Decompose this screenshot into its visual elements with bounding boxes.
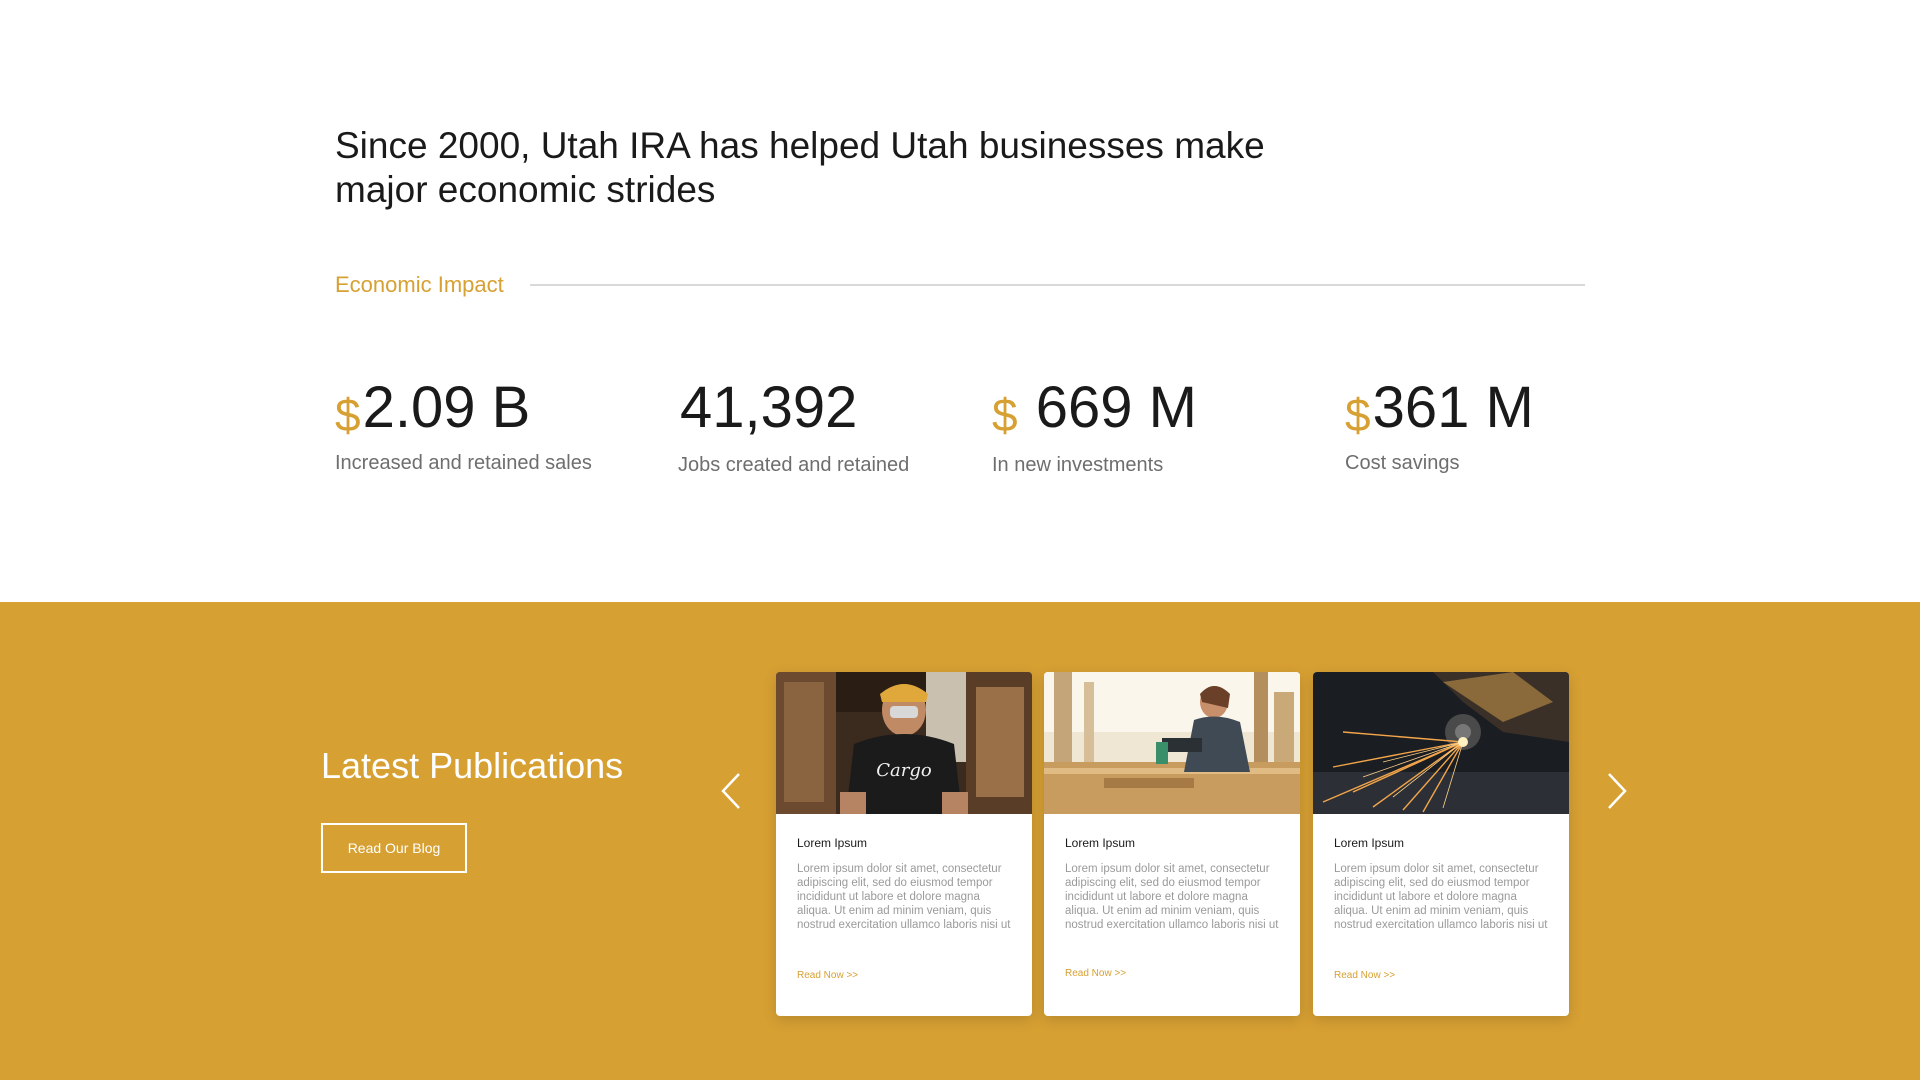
stat-number: 2.09 B	[362, 375, 531, 440]
stat-caption: Increased and retained sales	[335, 452, 592, 474]
stat-caption: Cost savings	[1345, 452, 1460, 474]
currency-symbol: $	[335, 389, 361, 441]
publication-card[interactable]: Cargo Lorem Ipsum Lorem ipsum dolor sit …	[776, 672, 1032, 1016]
stat-value: $2.09 B	[335, 373, 592, 450]
card-excerpt: Lorem ipsum dolor sit amet, consectetur …	[797, 863, 1011, 931]
chevron-left-icon	[721, 773, 740, 809]
card-title: Lorem Ipsum	[1065, 836, 1136, 850]
card-excerpt: Lorem ipsum dolor sit amet, consectetur …	[1334, 863, 1548, 931]
carousel-prev-button[interactable]	[716, 768, 746, 814]
divider-line	[529, 284, 1585, 286]
economic-impact-label: Economic Impact	[335, 272, 504, 297]
stat-value: 41,392	[678, 373, 909, 450]
stat-number: 669 M	[1019, 375, 1197, 440]
stat-caption: In new investments	[992, 454, 1164, 476]
currency-symbol: $	[1345, 389, 1371, 441]
read-now-link[interactable]: Read Now >>	[797, 970, 858, 981]
read-our-blog-button[interactable]: Read Our Blog	[321, 823, 467, 873]
publications-title: Latest Publications	[321, 745, 624, 786]
stat-number: 41,392	[680, 375, 858, 440]
hero-title: Since 2000, Utah IRA has helped Utah bus…	[335, 125, 1265, 210]
card-title: Lorem Ipsum	[797, 836, 868, 850]
currency-symbol: $	[992, 389, 1018, 441]
svg-text:Cargo: Cargo	[876, 760, 932, 781]
metal-grinder-sparks-photo	[1313, 672, 1569, 814]
economic-impact-header: Economic Impact	[335, 270, 1585, 300]
stat-value: $ 669 M	[992, 373, 1197, 450]
page: Since 2000, Utah IRA has helped Utah bus…	[0, 0, 1920, 1080]
stat-sales: $2.09 B Increased and retained sales	[335, 373, 592, 475]
read-now-link[interactable]: Read Now >>	[1065, 968, 1126, 979]
stat-number: 361 M	[1372, 375, 1534, 440]
publications-section: Latest Publications Read Our Blog Cargo …	[0, 602, 1920, 1080]
publication-card[interactable]: Lorem Ipsum Lorem ipsum dolor sit amet, …	[1044, 672, 1300, 1016]
card-excerpt: Lorem ipsum dolor sit amet, consectetur …	[1065, 863, 1279, 931]
read-now-link[interactable]: Read Now >>	[1334, 970, 1395, 981]
stat-cost-savings: $361 M Cost savings	[1345, 373, 1534, 475]
card-title: Lorem Ipsum	[1334, 836, 1405, 850]
woodworker-drill-photo	[1044, 672, 1300, 814]
publication-card[interactable]: Lorem Ipsum Lorem ipsum dolor sit amet, …	[1313, 672, 1569, 1016]
chevron-right-icon	[1608, 773, 1627, 809]
carousel-next-button[interactable]	[1602, 768, 1632, 814]
stat-caption: Jobs created and retained	[678, 454, 910, 476]
stat-value: $361 M	[1345, 373, 1534, 450]
stat-jobs: 41,392 Jobs created and retained	[678, 373, 909, 477]
stat-investments: $ 669 M In new investments	[992, 373, 1197, 477]
worker-cargo-shirt-photo: Cargo	[776, 672, 1032, 814]
